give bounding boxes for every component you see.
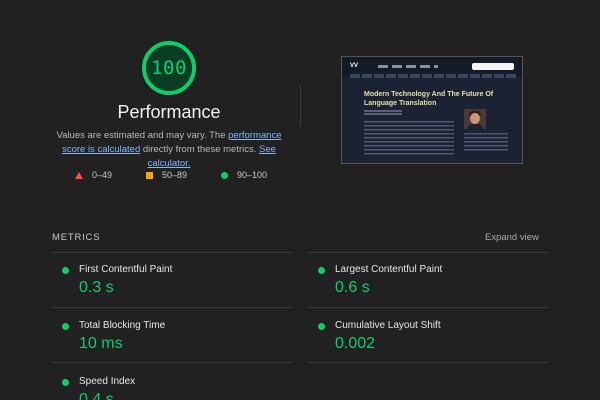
pass-circle-icon	[318, 323, 325, 330]
legend-range: 0–49	[92, 170, 113, 180]
score-value: 100	[151, 57, 187, 79]
metrics-divider	[52, 307, 292, 308]
metric-name: Total Blocking Time	[79, 320, 166, 331]
author-avatar	[464, 109, 486, 129]
performance-score-gauge: 100	[141, 40, 197, 96]
metric-name: Cumulative Layout Shift	[335, 320, 441, 331]
vertical-divider	[300, 85, 301, 127]
screenshot-body-text	[364, 121, 454, 155]
metrics-divider	[308, 362, 548, 363]
metric-name: Largest Contentful Paint	[335, 264, 443, 275]
legend-fail: 0–49	[75, 170, 112, 180]
metric-value: 0.3 s	[79, 279, 114, 296]
average-square-icon	[146, 171, 153, 179]
screenshot-article-title: Modern Technology And The Future Of Lang…	[364, 91, 494, 107]
metrics-divider	[308, 252, 548, 253]
metric-value: 0.6 s	[335, 279, 370, 296]
metrics-divider	[308, 307, 548, 308]
screenshot-search-box	[472, 63, 514, 70]
metrics-divider	[52, 252, 292, 253]
legend-pass: 90–100	[221, 170, 267, 180]
screenshot-meta	[364, 110, 402, 116]
metrics-heading: METRICS	[52, 232, 101, 243]
legend-range: 90–100	[237, 170, 268, 180]
pass-circle-icon	[62, 267, 69, 274]
metric-name: First Contentful Paint	[79, 264, 173, 275]
screenshot-logo: VV	[350, 63, 359, 69]
metric-value: 10 ms	[79, 335, 123, 352]
screenshot-nav-links	[378, 65, 438, 68]
legend-range: 50–89	[162, 170, 188, 180]
expand-view-button[interactable]: Expand view	[485, 232, 539, 243]
score-description: Values are estimated and may vary. The p…	[50, 129, 288, 171]
lighthouse-report: 100 Performance Values are estimated and…	[0, 0, 600, 400]
final-screenshot[interactable]: VV Modern Technology And The Future Of L…	[341, 56, 523, 164]
pass-circle-icon	[62, 379, 69, 386]
metric-value: 0.4 s	[79, 391, 114, 400]
pass-circle-icon	[62, 323, 69, 330]
category-title: Performance	[117, 102, 221, 122]
legend-average: 50–89	[146, 170, 187, 180]
metric-name: Speed Index	[79, 376, 136, 387]
fail-triangle-icon	[75, 171, 83, 179]
description-text-middle: directly from these metrics.	[140, 144, 260, 155]
pass-circle-icon	[221, 171, 228, 179]
screenshot-author-bio	[464, 133, 508, 153]
metrics-divider	[52, 362, 292, 363]
metric-value: 0.002	[335, 335, 376, 352]
pass-circle-icon	[318, 267, 325, 274]
screenshot-tag-bar	[350, 74, 516, 78]
description-text: Values are estimated and may vary. The	[56, 130, 229, 141]
